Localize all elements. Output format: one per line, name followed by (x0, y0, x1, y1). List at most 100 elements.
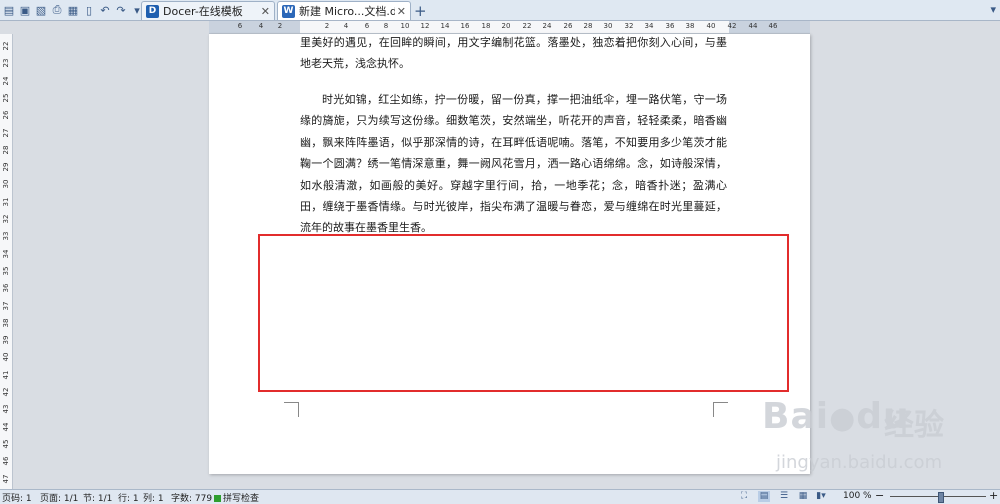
ruler-tick-label: 12 (420, 22, 430, 30)
ruler-tick-label: 30 (2, 179, 10, 189)
ruler-tick-label: 40 (706, 22, 716, 30)
undo-icon[interactable]: ↶ (98, 3, 112, 17)
ruler-tick-label: 23 (2, 58, 10, 68)
status-bar: 页码: 1 页面: 1/1 节: 1/1 行: 1 列: 1 字数: 779 拼… (0, 489, 1000, 504)
ruler-tick-label: 46 (768, 22, 778, 30)
tab-docer-templates[interactable]: D Docer-在线模板 ✕ (141, 1, 275, 20)
folder-open-icon[interactable]: ▤ (2, 3, 16, 17)
ruler-tick-label: 38 (2, 318, 10, 328)
ruler-tick-label: 6 (364, 22, 370, 30)
ruler-tick-label: 36 (665, 22, 675, 30)
ruler-tick-label: 24 (542, 22, 552, 30)
ruler-tick-label: 2 (277, 22, 283, 30)
ruler-tick-label: 39 (2, 335, 10, 345)
new-tab-button[interactable]: + (414, 2, 427, 20)
window-dropdown-icon[interactable]: ▾ (990, 3, 996, 16)
ruler-tick-label: 43 (2, 404, 10, 414)
close-icon[interactable]: ✕ (397, 5, 406, 18)
ruler-tick-label: 38 (685, 22, 695, 30)
ruler-tick-label: 32 (2, 214, 10, 224)
status-section: 节: 1/1 (83, 494, 113, 504)
ruler-tick-label: 14 (440, 22, 450, 30)
tab-label: Docer-在线模板 (163, 5, 243, 18)
page-view-icon[interactable]: ▤ (758, 491, 770, 502)
tab-document[interactable]: W 新建 Micro...文档.doc * ✕ (277, 1, 411, 20)
status-page-code: 页码: 1 (2, 494, 32, 504)
pdf-icon[interactable]: ▧ (34, 3, 48, 17)
ruler-tick-label: 16 (460, 22, 470, 30)
ruler-tick-label: 22 (2, 41, 10, 51)
ruler-tick-label: 30 (603, 22, 613, 30)
zoom-level-label[interactable]: 100 % (843, 491, 872, 501)
ruler-tick-label: 24 (2, 76, 10, 86)
ruler-tick-label: 26 (2, 110, 10, 120)
ruler-tick-label: 37 (2, 301, 10, 310)
status-col: 列: 1 (143, 494, 164, 504)
close-icon[interactable]: ✕ (261, 5, 270, 18)
ruler-tick-label: 6 (237, 22, 243, 30)
annotation-highlight-box (258, 234, 789, 392)
spell-check-icon (214, 495, 221, 502)
ruler-tick-label: 25 (2, 93, 10, 103)
ruler-tick-label: 22 (522, 22, 532, 30)
ruler-tick-label: 46 (2, 456, 10, 466)
baidu-jingyan-watermark: Bai●du 经验 jingyan.baidu.com (762, 396, 992, 484)
ruler-tick-label: 44 (748, 22, 758, 30)
zoom-in-button[interactable]: + (989, 489, 998, 502)
quick-access-toolbar: ▤ ▣ ▧ ⎙ ▦ ▯ ↶ ↷ ▾ (0, 0, 144, 20)
ruler-tick-label: 8 (383, 22, 389, 30)
ruler-tick-label: 45 (2, 439, 10, 449)
ruler-tick-label: 42 (727, 22, 737, 30)
ruler-tick-label: 33 (2, 231, 10, 241)
ruler-tick-label: 20 (501, 22, 511, 30)
ruler-tick-label: 4 (258, 22, 264, 30)
title-tab-bar: ▤ ▣ ▧ ⎙ ▦ ▯ ↶ ↷ ▾ D Docer-在线模板 ✕ W 新建 Mi… (0, 0, 1000, 21)
ruler-tick-label: 34 (644, 22, 654, 30)
ruler-tick-label: 10 (400, 22, 410, 30)
ruler-tick-label: 4 (343, 22, 349, 30)
watermark-url: jingyan.baidu.com (776, 452, 943, 473)
watermark-cn: 经验 (884, 408, 944, 443)
fullscreen-icon[interactable]: ⛶ (738, 491, 750, 502)
vertical-ruler[interactable]: 22 23 24 25 26 27 28 29 30 31 32 33 34 35 36 37 38 39 40 41… (0, 34, 13, 489)
ruler-tick-label: 31 (2, 197, 10, 207)
ruler-tick-label: 18 (481, 22, 491, 30)
status-page: 页面: 1/1 (40, 494, 79, 504)
ruler-tick-label: 29 (2, 162, 10, 172)
docer-logo-icon: D (146, 4, 159, 18)
web-view-icon[interactable]: ▦ (797, 491, 809, 502)
zoom-out-button[interactable]: − (875, 489, 884, 502)
ruler-tick-label: 2 (324, 22, 330, 30)
ruler-tick-label: 36 (2, 283, 10, 293)
ruler-tick-label: 41 (2, 370, 10, 380)
tab-label: 新建 Micro...文档.doc * (299, 5, 395, 18)
redo-icon[interactable]: ↷ (114, 3, 128, 17)
ruler-tick-label: 40 (2, 352, 10, 362)
status-row: 行: 1 (118, 494, 139, 504)
outline-view-icon[interactable]: ☰ (778, 491, 790, 502)
status-word-count: 字数: 779 (171, 494, 213, 504)
ruler-tick-label: 28 (2, 145, 10, 155)
ruler-tick-label: 27 (2, 128, 10, 137)
ruler-tick-label: 35 (2, 266, 10, 276)
ruler-tick-label: 32 (624, 22, 634, 30)
print-preview-icon[interactable]: ▦ (66, 3, 80, 17)
save-icon[interactable]: ▣ (18, 3, 32, 17)
zoom-slider-knob[interactable] (937, 492, 944, 503)
page-corner-mark-left (284, 402, 299, 417)
spell-check-toggle[interactable]: 拼写检查 (214, 491, 259, 504)
ruler-tick-label: 44 (2, 422, 10, 432)
print-icon[interactable]: ⎙ (50, 3, 64, 17)
paragraph-1[interactable]: 里美好的遇见，在回眸的瞬间，用文字编制花篮。落墨处，独恋着把你刻入心间，与墨地老… (300, 32, 727, 75)
ruler-tick-label: 47 (2, 474, 10, 483)
ruler-tick-label: 42 (2, 387, 10, 397)
ruler-tick-label: 26 (563, 22, 573, 30)
ruler-tick-label: 34 (2, 249, 10, 259)
ruler-left-margin (209, 21, 300, 33)
page-corner-mark-right (713, 402, 728, 417)
ruler-tick-label: 28 (583, 22, 593, 30)
new-doc-icon[interactable]: ▯ (82, 3, 96, 17)
paragraph-2[interactable]: 时光如锦，红尘如练，拧一份暖，留一份真，撑一把油纸伞，埋一路伏笔，守一场缘的旖旎… (300, 89, 727, 239)
reading-view-icon[interactable]: ▮▾ (815, 491, 827, 502)
word-doc-icon: W (282, 4, 295, 18)
